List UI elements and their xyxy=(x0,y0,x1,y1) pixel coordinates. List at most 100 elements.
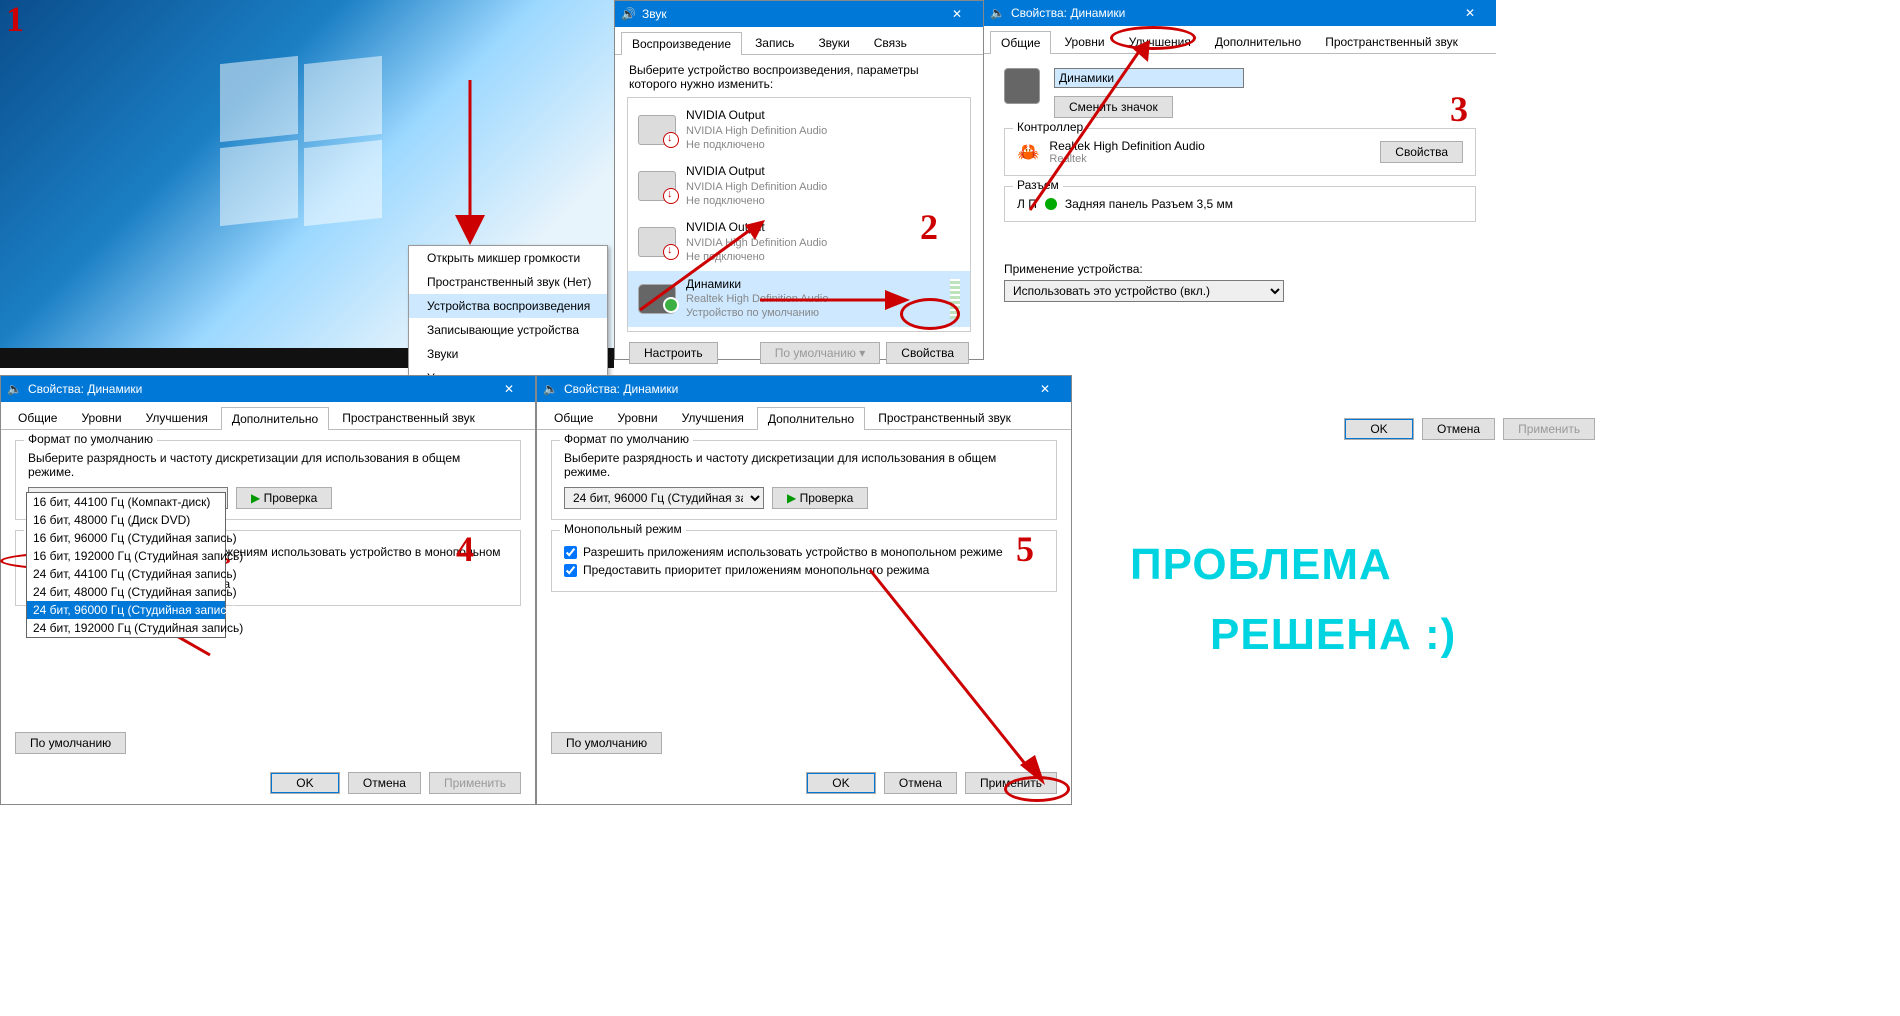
tab-recording[interactable]: Запись xyxy=(744,31,805,54)
props3-tabs: Общие Уровни Улучшения Дополнительно Про… xyxy=(984,26,1496,54)
fmt-opt-5[interactable]: 24 бит, 48000 Гц (Студийная запись) xyxy=(27,583,225,601)
controller-group-label: Контроллер xyxy=(1013,120,1087,134)
tab-spatial[interactable]: Пространственный звук xyxy=(1314,30,1469,53)
solved-line2: РЕШЕНА :) xyxy=(1210,610,1456,660)
tab-sounds[interactable]: Звуки xyxy=(807,31,860,54)
ok-button[interactable]: OK xyxy=(1344,418,1414,440)
chk-priority[interactable] xyxy=(564,564,577,577)
annotation-4: 4 xyxy=(456,528,474,570)
device-name-input[interactable] xyxy=(1054,68,1244,88)
format-group-label: Формат по умолчанию xyxy=(560,432,693,446)
circle-advanced-tab xyxy=(1110,26,1196,50)
play-icon: ▶ xyxy=(787,491,796,505)
device-nvidia-3[interactable]: NVIDIA OutputNVIDIA High Definition Audi… xyxy=(628,214,970,270)
configure-button[interactable]: Настроить xyxy=(629,342,718,364)
jack-desc: Задняя панель Разъем 3,5 мм xyxy=(1065,197,1233,211)
chk-exclusive-label: Разрешить приложениям использовать устро… xyxy=(583,545,1003,559)
restore-defaults-button[interactable]: По умолчанию xyxy=(15,732,126,754)
fmt-opt-1[interactable]: 16 бит, 48000 Гц (Диск DVD) xyxy=(27,511,225,529)
cancel-button[interactable]: Отмена xyxy=(1422,418,1495,440)
ok-button[interactable]: OK xyxy=(806,772,876,794)
tray-context-menu: Открыть микшер громкости Пространственны… xyxy=(408,245,608,391)
monitor-icon xyxy=(638,171,676,201)
props5-title: Свойства: Динамики xyxy=(564,382,678,396)
tab-enhancements[interactable]: Улучшения xyxy=(135,406,219,429)
ok-button[interactable]: OK xyxy=(270,772,340,794)
sound-titlebar: 🔊 Звук ✕ xyxy=(615,1,983,27)
monitor-icon xyxy=(638,115,676,145)
windows-logo-icon xyxy=(220,60,390,230)
props-general-dialog: 🔈 Свойства: Динамики ✕ Общие Уровни Улуч… xyxy=(984,0,1496,360)
ctx-open-mixer[interactable]: Открыть микшер громкости xyxy=(409,246,607,270)
props-advanced-dialog-5: 🔈Свойства: Динамики✕ Общие Уровни Улучше… xyxy=(536,375,1072,805)
cancel-button[interactable]: Отмена xyxy=(348,772,421,794)
restore-defaults-button[interactable]: По умолчанию xyxy=(551,732,662,754)
usage-label: Применение устройства: xyxy=(1004,262,1476,276)
annotation-2: 2 xyxy=(920,206,938,248)
ctx-sounds[interactable]: Звуки xyxy=(409,342,607,366)
ctx-recording-devices[interactable]: Записывающие устройства xyxy=(409,318,607,342)
sound-instructions: Выберите устройство воспроизведения, пар… xyxy=(615,55,983,91)
tab-playback[interactable]: Воспроизведение xyxy=(621,32,742,55)
props3-title: Свойства: Динамики xyxy=(1011,6,1125,20)
tab-levels[interactable]: Уровни xyxy=(606,406,668,429)
fmt-opt-3[interactable]: 16 бит, 192000 Гц (Студийная запись) xyxy=(27,547,225,565)
tab-general[interactable]: Общие xyxy=(7,406,68,429)
close-icon[interactable]: ✕ xyxy=(937,1,977,27)
fmt-opt-4[interactable]: 24 бит, 44100 Гц (Студийная запись) xyxy=(27,565,225,583)
set-default-button[interactable]: По умолчанию ▾ xyxy=(760,342,881,364)
close-icon[interactable]: ✕ xyxy=(1025,376,1065,402)
controller-props-button[interactable]: Свойства xyxy=(1380,141,1463,163)
speaker-device-icon xyxy=(638,284,676,314)
device-nvidia-2[interactable]: NVIDIA OutputNVIDIA High Definition Audi… xyxy=(628,158,970,214)
fmt-opt-6[interactable]: 24 бит, 96000 Гц (Студийная запись) xyxy=(27,601,225,619)
change-icon-button[interactable]: Сменить значок xyxy=(1054,96,1173,118)
format-group-label: Формат по умолчанию xyxy=(24,432,157,446)
tab-spatial[interactable]: Пространственный звук xyxy=(867,406,1022,429)
exclusive-group-label: Монопольный режим xyxy=(560,522,686,536)
tab-general[interactable]: Общие xyxy=(543,406,604,429)
tab-levels[interactable]: Уровни xyxy=(70,406,132,429)
monitor-icon xyxy=(638,227,676,257)
props4-title: Свойства: Динамики xyxy=(28,382,142,396)
tab-spatial[interactable]: Пространственный звук xyxy=(331,406,486,429)
usage-select[interactable]: Использовать это устройство (вкл.) xyxy=(1004,280,1284,302)
close-icon[interactable]: ✕ xyxy=(489,376,529,402)
props3-titlebar: 🔈 Свойства: Динамики ✕ xyxy=(984,0,1496,26)
fmt-opt-2[interactable]: 16 бит, 96000 Гц (Студийная запись) xyxy=(27,529,225,547)
device-nvidia-1[interactable]: NVIDIA OutputNVIDIA High Definition Audi… xyxy=(628,102,970,158)
ctx-spatial-sound[interactable]: Пространственный звук (Нет) xyxy=(409,270,607,294)
test-button[interactable]: ▶ Проверка xyxy=(772,487,868,509)
test-button[interactable]: ▶ Проверка xyxy=(236,487,332,509)
tab-levels[interactable]: Уровни xyxy=(1053,30,1115,53)
chk-exclusive[interactable] xyxy=(564,546,577,559)
tab-general[interactable]: Общие xyxy=(990,31,1051,54)
device-large-icon xyxy=(1004,68,1040,104)
controller-name: Realtek High Definition Audio xyxy=(1049,139,1370,153)
ctx-playback-devices[interactable]: Устройства воспроизведения xyxy=(409,294,607,318)
chevron-down-icon: ▾ xyxy=(859,346,865,360)
annotation-1: 1 xyxy=(6,0,24,40)
format-instructions: Выберите разрядность и частоту дискретиз… xyxy=(28,451,508,479)
tab-advanced[interactable]: Дополнительно xyxy=(757,407,865,430)
speaker-icon: 🔈 xyxy=(7,382,22,396)
tab-advanced[interactable]: Дополнительно xyxy=(221,407,329,430)
tab-advanced[interactable]: Дополнительно xyxy=(1204,30,1312,53)
cancel-button[interactable]: Отмена xyxy=(884,772,957,794)
tab-communications[interactable]: Связь xyxy=(863,31,918,54)
format-dropdown-list[interactable]: 16 бит, 44100 Гц (Компакт-диск) 16 бит, … xyxy=(26,492,226,638)
fmt-opt-0[interactable]: 16 бит, 44100 Гц (Компакт-диск) xyxy=(27,493,225,511)
circle-apply xyxy=(1004,776,1070,802)
jack-color-icon xyxy=(1045,198,1057,210)
controller-vendor: Realtek xyxy=(1049,153,1370,165)
circle-properties xyxy=(900,298,960,330)
properties-button[interactable]: Свойства xyxy=(886,342,969,364)
apply-button[interactable]: Применить xyxy=(429,772,521,794)
fmt-opt-7[interactable]: 24 бит, 192000 Гц (Студийная запись) xyxy=(27,619,225,637)
apply-button[interactable]: Применить xyxy=(1503,418,1595,440)
format-select[interactable]: 24 бит, 96000 Гц (Студийная запись) xyxy=(564,487,764,509)
close-icon[interactable]: ✕ xyxy=(1450,0,1490,26)
tab-enhancements[interactable]: Улучшения xyxy=(671,406,755,429)
chk-priority-label: Предоставить приоритет приложениям моноп… xyxy=(583,563,929,577)
annotation-5: 5 xyxy=(1016,528,1034,570)
